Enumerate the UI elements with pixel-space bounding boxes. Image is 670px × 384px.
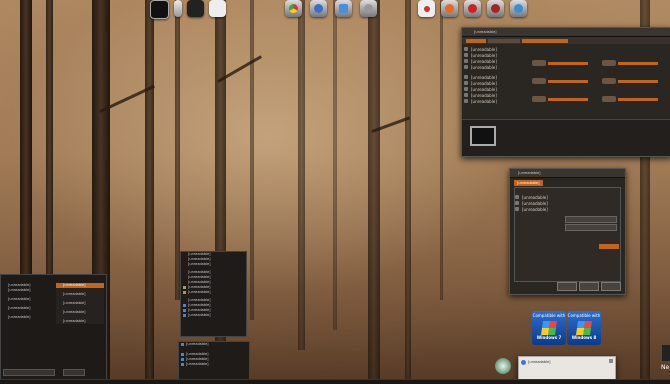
chrome-icon[interactable] <box>285 0 302 17</box>
windows-8-badge: Compatible with Windows 8 <box>567 311 601 345</box>
tree-trunk <box>368 0 380 384</box>
dialog-body: [unreadable] [unreadable] [unreadable] <box>514 187 621 282</box>
firefox-icon[interactable] <box>441 0 458 17</box>
dock-right <box>418 0 527 20</box>
drive-item[interactable] <box>532 60 546 66</box>
tree-trunk <box>440 0 443 300</box>
drive-bar <box>548 80 588 83</box>
window-title: [unreadable] <box>474 30 497 34</box>
location-select[interactable] <box>565 216 617 223</box>
pinball-icon[interactable] <box>487 0 504 17</box>
place-item[interactable]: [unreadable] <box>56 301 104 306</box>
program-item[interactable]: [unreadable] <box>1 288 53 293</box>
windows-flag-icon <box>541 321 557 335</box>
notepad-icon[interactable] <box>209 0 226 17</box>
dialog-tabs: [unreadable] <box>514 180 621 186</box>
ccleaner-icon[interactable] <box>418 0 435 17</box>
windows-7-badge: Compatible with Windows 7 <box>532 311 566 345</box>
badge-top-text: Compatible with <box>532 313 566 318</box>
menu-item[interactable]: [unreadable] <box>181 313 246 318</box>
network-icon[interactable] <box>335 0 352 17</box>
places-list: [unreadable] [unreadable] [unreadable] [… <box>56 283 104 324</box>
drive-bar <box>618 62 658 65</box>
shield-icon[interactable] <box>510 0 527 17</box>
badge-bottom-text: Windows 8 <box>571 335 597 340</box>
tree-trunk <box>405 0 411 384</box>
program-item[interactable]: [unreadable] <box>1 306 53 311</box>
jump-list: [unreadable] [unreadable] [unreadable] [… <box>178 341 250 381</box>
drive-bar <box>618 80 658 83</box>
drives-pane <box>532 46 668 116</box>
terminal-icon[interactable] <box>150 0 169 19</box>
menu-item[interactable]: [unreadable] <box>181 290 246 295</box>
tree-trunk <box>250 0 254 320</box>
red-app-icon[interactable] <box>464 0 481 17</box>
dialog-titlebar[interactable]: [unreadable] <box>510 169 625 178</box>
nav-item[interactable]: [unreadable] <box>464 64 520 70</box>
tab-active[interactable] <box>522 38 568 43</box>
customize-button[interactable] <box>599 244 619 249</box>
drive-item[interactable] <box>532 78 546 84</box>
dock-middle <box>285 0 377 20</box>
usb-drive-icon[interactable] <box>174 0 182 17</box>
info-icon <box>521 360 526 365</box>
drive-bar <box>618 98 658 101</box>
drive-bar <box>548 62 588 65</box>
drive-item[interactable] <box>602 60 616 66</box>
menu-item[interactable]: [unreadable] <box>181 262 246 267</box>
place-item-user[interactable]: [unreadable] <box>56 283 104 288</box>
thunderbird-icon[interactable] <box>310 0 327 17</box>
tree-trunk <box>20 0 32 300</box>
program-item[interactable]: [unreadable] <box>1 315 53 320</box>
tree-trunk <box>298 0 305 350</box>
badge-top-text: Compatible with <box>567 313 601 318</box>
tree-trunk <box>333 0 337 330</box>
status-orb-icon[interactable] <box>495 358 511 374</box>
notification-title: [unreadable] <box>528 360 551 364</box>
programs-list: [unreadable] [unreadable] [unreadable] [… <box>1 283 53 320</box>
explorer-toolbar <box>462 37 670 44</box>
drive-item[interactable] <box>602 96 616 102</box>
explorer-titlebar[interactable]: [unreadable] <box>462 28 670 37</box>
start-menu: [unreadable] [unreadable] [unreadable] [… <box>0 274 107 380</box>
drive-item[interactable] <box>532 96 546 102</box>
buttons-select[interactable] <box>565 224 617 231</box>
properties-dialog: [unreadable] [unreadable] [unreadable] [… <box>509 168 626 295</box>
explorer-window: [unreadable] [unreadable] [unreadable] [… <box>461 27 670 157</box>
tab-taskbar[interactable]: [unreadable] <box>514 180 543 186</box>
taskbar[interactable] <box>0 379 670 384</box>
notification-close-icon[interactable] <box>609 359 613 363</box>
cancel-button[interactable] <box>579 282 599 291</box>
jump-item[interactable]: [unreadable] <box>179 362 249 367</box>
mail-icon[interactable] <box>360 0 377 17</box>
apply-button[interactable] <box>601 282 621 291</box>
dock-left <box>150 0 226 20</box>
drive-bar <box>548 98 588 101</box>
details-pane <box>462 119 670 156</box>
drive-item[interactable] <box>602 78 616 84</box>
checkbox-option[interactable]: [unreadable] <box>515 206 620 212</box>
place-item[interactable]: [unreadable] <box>56 292 104 297</box>
shutdown-button[interactable] <box>63 369 85 376</box>
tree-trunk <box>145 0 154 384</box>
ok-button[interactable] <box>557 282 577 291</box>
place-item[interactable]: [unreadable] <box>56 319 104 324</box>
dialog-title: [unreadable] <box>518 171 541 175</box>
start-search-box[interactable] <box>3 369 55 376</box>
nav-item[interactable]: [unreadable] <box>464 98 520 104</box>
nav-pane: [unreadable] [unreadable] [unreadable] [… <box>464 46 520 116</box>
windows-flag-icon <box>576 321 592 335</box>
context-menu: [unreadable] [unreadable] [unreadable] [… <box>180 251 247 337</box>
film-icon[interactable] <box>187 0 204 17</box>
place-item[interactable]: [unreadable] <box>56 310 104 315</box>
jump-item[interactable]: [unreadable] <box>179 342 249 347</box>
tab-organize[interactable] <box>466 38 486 43</box>
corner-speaker-icon <box>662 345 670 361</box>
program-item[interactable]: [unreadable] <box>1 297 53 302</box>
corner-label: Ne <box>661 364 670 371</box>
badge-bottom-text: Windows 7 <box>536 335 562 340</box>
tab-properties[interactable] <box>488 38 520 43</box>
computer-icon <box>470 126 496 146</box>
